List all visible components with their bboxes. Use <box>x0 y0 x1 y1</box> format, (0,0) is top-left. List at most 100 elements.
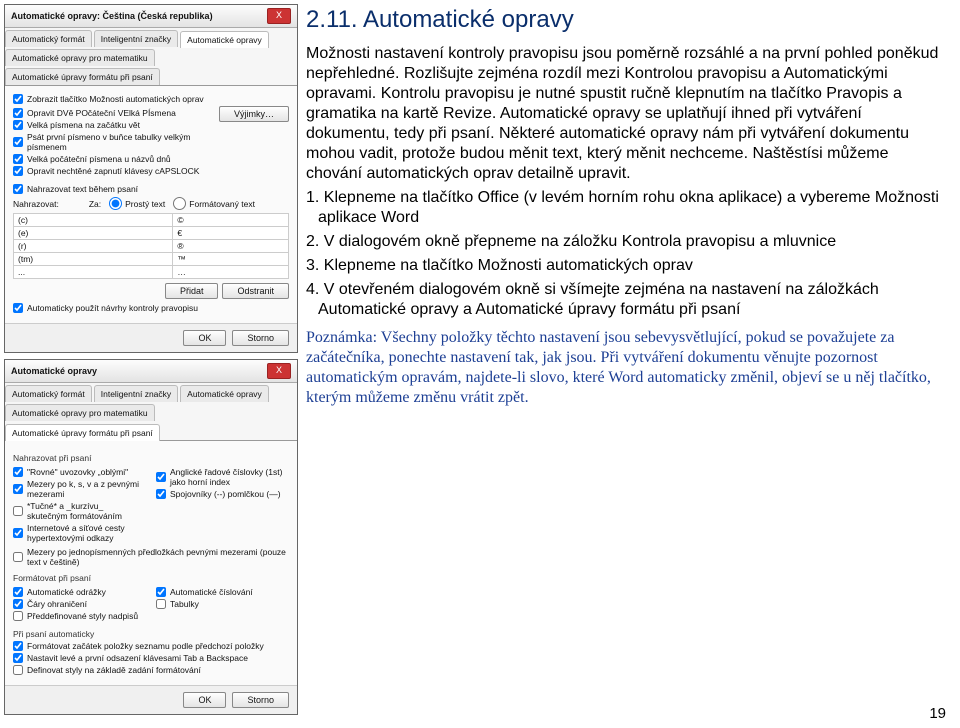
dialog1-titlebar: Automatické opravy: Čeština (Česká repub… <box>5 5 297 28</box>
dialog2-tabs: Automatický formát Inteligentní značky A… <box>5 383 297 441</box>
table-cell[interactable]: € <box>173 227 289 240</box>
chk-borders[interactable] <box>13 599 23 609</box>
chk-label: Psát první písmeno v buňce tabulky velký… <box>27 132 219 152</box>
chk-quotes[interactable] <box>13 467 23 477</box>
chk-suggestions[interactable] <box>13 303 23 313</box>
tab-autocorrect[interactable]: Automatické opravy <box>180 31 269 48</box>
chk-tab-indent[interactable] <box>13 653 23 663</box>
chk-label: Mezery po jednopísmenných předložkách pe… <box>27 547 289 567</box>
chk-dashes[interactable] <box>156 489 166 499</box>
chk-label: Spojovníky (--) pomlčkou (—) <box>170 489 281 499</box>
step-2: 2. V dialogovém okně přepneme na záložku… <box>306 232 942 252</box>
tab-smarttags[interactable]: Inteligentní značky <box>94 385 178 402</box>
chk-replace-typing[interactable] <box>13 184 23 194</box>
dialog1-title: Automatické opravy: Čeština (Česká repub… <box>11 11 213 21</box>
dialog2-body: Nahrazovat při psaní "Rovné" uvozovky „o… <box>5 441 297 685</box>
tab-autocorrect[interactable]: Automatické opravy <box>180 385 269 402</box>
table-cell[interactable]: (tm) <box>14 253 173 266</box>
ok-button[interactable]: OK <box>183 692 226 708</box>
tab-math[interactable]: Automatické opravy pro matematiku <box>5 49 155 66</box>
chk-label: Internetové a síťové cesty hypertextovým… <box>27 523 146 543</box>
group-typing: Při psaní automaticky <box>13 629 289 639</box>
chk-bullets[interactable] <box>13 587 23 597</box>
chk-label: Anglické řadové číslovky (1st) jako horn… <box>170 467 289 487</box>
tab-format-typing[interactable]: Automatické úpravy formátu při psaní <box>5 424 160 441</box>
chk-label: Automatické číslování <box>170 587 253 597</box>
chk-label: Zobrazit tlačítko Možnosti automatických… <box>27 94 204 104</box>
radio-formatted[interactable] <box>173 197 186 210</box>
step-3: 3. Klepneme na tlačítko Možnosti automat… <box>306 256 942 276</box>
group-format: Formátovat při psaní <box>13 573 289 583</box>
chk-singleletter-prep[interactable] <box>13 552 23 562</box>
chk-label: Automaticky použít návrhy kontroly pravo… <box>27 303 198 313</box>
table-cell[interactable]: (c) <box>14 214 173 227</box>
close-icon[interactable]: X <box>267 8 291 24</box>
dialog1-body: Zobrazit tlačítko Možnosti automatických… <box>5 86 297 323</box>
chk-numbering[interactable] <box>156 587 166 597</box>
dialog-autocorrect-1: Automatické opravy: Čeština (Česká repub… <box>4 4 298 353</box>
dialog2-title: Automatické opravy <box>11 366 97 376</box>
paragraph-intro: Možnosti nastavení kontroly pravopisu js… <box>306 44 942 184</box>
step-4: 4. V otevřeném dialogovém okně si všímej… <box>306 280 942 320</box>
chk-tablecell-cap[interactable] <box>13 137 23 147</box>
dialog1-tabs: Automatický formát Inteligentní značky A… <box>5 28 297 86</box>
dialog-autocorrect-2: Automatické opravy X Automatický formát … <box>4 359 298 715</box>
table-cell[interactable]: ® <box>173 240 289 253</box>
chk-listitem-format[interactable] <box>13 641 23 651</box>
chk-label: Opravit DVě POčáteční VElká PÍsmena <box>27 108 176 118</box>
chk-boldital[interactable] <box>13 506 23 516</box>
ok-button[interactable]: OK <box>183 330 226 346</box>
table-cell[interactable]: ... <box>14 266 173 279</box>
section-heading: 2.11. Automatické opravy <box>306 6 942 34</box>
dialog2-titlebar: Automatické opravy X <box>5 360 297 383</box>
chk-label: Předdefinované styly nadpisů <box>27 611 138 621</box>
chk-label: Mezery po k, s, v a z pevnými mezerami <box>27 479 146 499</box>
table-cell[interactable]: © <box>173 214 289 227</box>
replace-table: (c)© (e)€ (r)® (tm)™ ...… <box>13 213 289 279</box>
radio-label: Formátovaný text <box>189 199 255 209</box>
chk-label: Velká písmena na začátku vět <box>27 120 140 130</box>
tab-math[interactable]: Automatické opravy pro matematiku <box>5 404 155 421</box>
step-1: 1. Klepneme na tlačítko Office (v levém … <box>306 188 942 228</box>
radio-plain[interactable] <box>109 197 122 210</box>
group-replace: Nahrazovat při psaní <box>13 453 289 463</box>
tab-autoformat[interactable]: Automatický formát <box>5 30 92 47</box>
chk-label: Velká počáteční písmena u názvů dnů <box>27 154 171 164</box>
chk-label: Automatické odrážky <box>27 587 106 597</box>
tab-autoformat[interactable]: Automatický formát <box>5 385 92 402</box>
radio-label: Prostý text <box>125 199 165 209</box>
chk-label: Čáry ohraničení <box>27 599 87 609</box>
chk-sentence-cap[interactable] <box>13 120 23 130</box>
chk-tables[interactable] <box>156 599 166 609</box>
tab-format-typing[interactable]: Automatické úpravy formátu při psaní <box>5 68 160 85</box>
table-cell[interactable]: (r) <box>14 240 173 253</box>
chk-label: Nahrazovat text během psaní <box>27 184 138 194</box>
table-cell[interactable]: ™ <box>173 253 289 266</box>
close-icon[interactable]: X <box>267 363 291 379</box>
chk-show-options[interactable] <box>13 94 23 104</box>
chk-ordinals[interactable] <box>156 472 166 482</box>
chk-define-styles[interactable] <box>13 665 23 675</box>
cancel-button[interactable]: Storno <box>232 692 289 708</box>
page-number: 19 <box>929 705 946 722</box>
delete-button[interactable]: Odstranit <box>222 283 289 299</box>
chk-capslock[interactable] <box>13 166 23 176</box>
note-paragraph: Poznámka: Všechny položky těchto nastave… <box>306 328 942 408</box>
chk-headstyles[interactable] <box>13 611 23 621</box>
chk-label: Definovat styly na základě zadání formát… <box>27 665 201 675</box>
chk-two-initial[interactable] <box>13 108 23 118</box>
chk-ksvz[interactable] <box>13 484 23 494</box>
table-cell[interactable]: … <box>173 266 289 279</box>
tab-smarttags[interactable]: Inteligentní značky <box>94 30 178 47</box>
cancel-button[interactable]: Storno <box>232 330 289 346</box>
chk-label: Tabulky <box>170 599 199 609</box>
chk-label: Formátovat začátek položky seznamu podle… <box>27 641 264 651</box>
chk-label: Opravit nechtěné zapnutí klávesy cAPSLOC… <box>27 166 199 176</box>
exceptions-button[interactable]: Výjimky… <box>219 106 289 122</box>
chk-label: "Rovné" uvozovky „oblými" <box>27 467 128 477</box>
add-button[interactable]: Přidat <box>165 283 219 299</box>
table-cell[interactable]: (e) <box>14 227 173 240</box>
replace-label: Nahrazovat: <box>13 199 59 209</box>
chk-hyperlinks[interactable] <box>13 528 23 538</box>
chk-dayname-cap[interactable] <box>13 154 23 164</box>
